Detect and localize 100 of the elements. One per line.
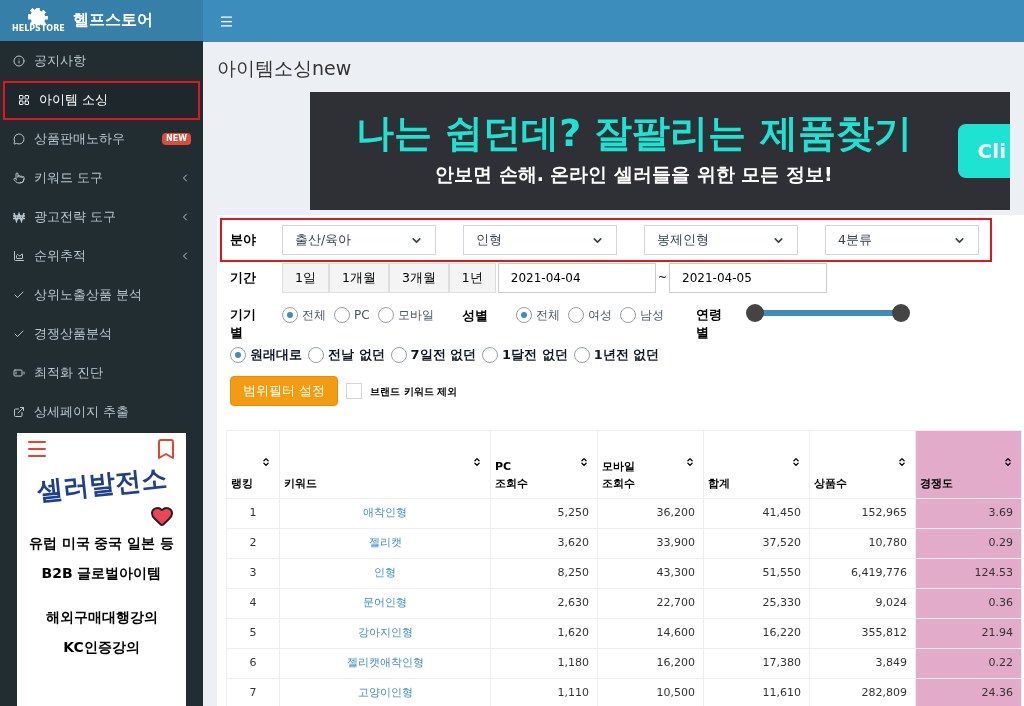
slider-thumb[interactable] [746, 304, 764, 322]
sidebar-item[interactable]: 순위추적 [0, 236, 203, 276]
table-cell: 3 [226, 558, 280, 589]
radio-button[interactable] [482, 347, 499, 363]
table-cell: 16,200 [597, 648, 704, 679]
radio-button[interactable] [282, 307, 298, 323]
table-cell: 22,700 [597, 588, 704, 619]
keyword-link[interactable]: 애착인형 [279, 498, 491, 529]
table-cell: 3,620 [490, 528, 598, 559]
ad-text: KC인증강의 [63, 637, 140, 657]
sidebar-item[interactable]: 광고전략 도구 [0, 197, 203, 237]
sidebar-item-label: 순위추적 [34, 247, 87, 266]
sort-icon[interactable] [897, 457, 907, 467]
category-dropdown[interactable]: 4분류 [825, 225, 979, 255]
table-cell: 355,812 [809, 618, 916, 649]
brand-name[interactable]: 헬프스토어 [72, 8, 153, 33]
sidebar-item[interactable]: 경쟁상품분석 [0, 314, 203, 354]
period-button[interactable]: 1일 [282, 263, 329, 293]
speech-bubble-icon [13, 133, 25, 146]
keyword-link[interactable]: 젤리캣 [279, 528, 491, 559]
category-dropdown[interactable]: 봉제인형 [644, 225, 798, 255]
filter-label: 기기별 [230, 306, 257, 342]
table-cell: 124.53 [915, 558, 1022, 589]
sort-icon[interactable] [472, 457, 482, 467]
category-dropdown[interactable]: 출산/육아 [282, 225, 436, 255]
table-cell: 17,380 [703, 648, 810, 679]
area-chart-icon [13, 250, 25, 263]
radio-button[interactable] [516, 307, 532, 323]
new-badge: NEW [162, 133, 191, 146]
table-cell: 2 [226, 528, 280, 559]
radio-label: 여성 [588, 307, 612, 324]
table-cell: 152,965 [809, 498, 916, 529]
table-cell: 51,550 [703, 558, 810, 589]
table-cell: 33,900 [597, 528, 704, 559]
ad-banner[interactable]: 나는 쉽던데? 잘팔리는 제품찾기 안보면 손해. 온라인 셀러들을 위한 모든 정보! Cli [310, 92, 1010, 210]
ad-text: B2B 글로벌아이템 [41, 563, 162, 583]
keyword-link[interactable]: 문어인형 [279, 588, 491, 619]
column-header[interactable]: 합계 [703, 430, 810, 499]
table-cell: 37,520 [703, 528, 810, 559]
slider-thumb[interactable] [892, 304, 910, 322]
radio-button[interactable] [573, 347, 590, 363]
date-field[interactable]: 2021-04-05 [669, 263, 828, 293]
radio-label: 전체 [302, 307, 326, 324]
date-field[interactable]: 2021-04-04 [497, 263, 656, 293]
sidebar-item[interactable]: 상품판매노하우 NEW [0, 119, 203, 159]
period-button[interactable]: 1년 [448, 263, 496, 293]
gear-icon [28, 7, 49, 26]
column-header[interactable]: 상품수 [809, 430, 916, 499]
table-cell: 2,630 [490, 588, 598, 619]
sidebar-item-label: 키워드 도구 [34, 169, 104, 188]
checkbox[interactable] [346, 383, 363, 399]
keyword-link[interactable]: 젤리캣애착인형 [279, 648, 491, 679]
sort-icon[interactable] [791, 457, 801, 467]
table-cell: 43,300 [597, 558, 704, 589]
filter-label: 성별 [462, 307, 489, 325]
table-cell: 36,200 [597, 498, 704, 529]
radio-button[interactable] [230, 347, 246, 363]
age-slider[interactable] [746, 304, 910, 322]
sidebar-item[interactable]: 상세페이지 추출 [0, 392, 203, 432]
sidebar-item[interactable]: 아이템 소싱 [3, 80, 200, 120]
won-sign-icon [13, 211, 25, 224]
radio-button[interactable] [308, 347, 324, 363]
table-cell: 0.36 [915, 588, 1022, 619]
sidebar-item[interactable]: 최적화 진단 [0, 353, 203, 393]
table-cell: 14,600 [597, 618, 704, 649]
period-button[interactable]: 3개월 [388, 263, 449, 293]
page-title: 아이템소싱new [217, 56, 353, 81]
column-header[interactable]: 경쟁도 [915, 430, 1022, 499]
period-button[interactable]: 1개월 [328, 263, 389, 293]
sidebar-item[interactable]: 키워드 도구 [0, 158, 203, 198]
radio-button[interactable] [390, 347, 407, 363]
column-header[interactable]: PC 조회수 [490, 430, 598, 499]
sort-icon[interactable] [261, 457, 271, 467]
info-icon [13, 55, 25, 68]
category-dropdown[interactable]: 인형 [463, 225, 617, 255]
radio-button[interactable] [568, 307, 584, 323]
radio-button[interactable] [334, 307, 350, 323]
table-cell: 6 [226, 648, 280, 679]
column-header[interactable]: 랭킹 [226, 430, 280, 499]
radio-label: PC [354, 307, 370, 324]
table-cell: 3.69 [915, 498, 1022, 529]
keyword-link[interactable]: 강아지인형 [279, 618, 491, 649]
sidebar-item[interactable]: 상위노출상품 분석 [0, 275, 203, 315]
ad-banner[interactable]: 셀러발전소 유럽 미국 중국 일본 등 B2B 글로벌아이템 해외구매대행강의 KC인증강의 [17, 432, 186, 706]
radio-label: 원래대로 [250, 346, 302, 365]
menu-icon[interactable] [219, 13, 234, 29]
sort-icon[interactable] [1003, 457, 1013, 467]
radio-button[interactable] [620, 307, 636, 323]
table-cell: 41,450 [703, 498, 810, 529]
banner-subline: 안보면 손해. 온라인 셀러들을 위한 모든 정보! [435, 161, 833, 187]
radio-label: 전날 없던 [328, 346, 385, 365]
radio-label: 1달전 없던 [502, 346, 568, 365]
sidebar-item[interactable]: 공지사항 [0, 41, 203, 81]
radio-button[interactable] [377, 307, 394, 323]
radio-label: 7일전 없던 [410, 346, 477, 365]
column-header[interactable]: 키워드 [279, 430, 491, 499]
column-header[interactable]: 모바일 조회수 [597, 430, 704, 499]
sort-icon[interactable] [685, 457, 695, 467]
sort-icon[interactable] [579, 457, 589, 467]
keyword-link[interactable]: 인형 [279, 558, 491, 589]
